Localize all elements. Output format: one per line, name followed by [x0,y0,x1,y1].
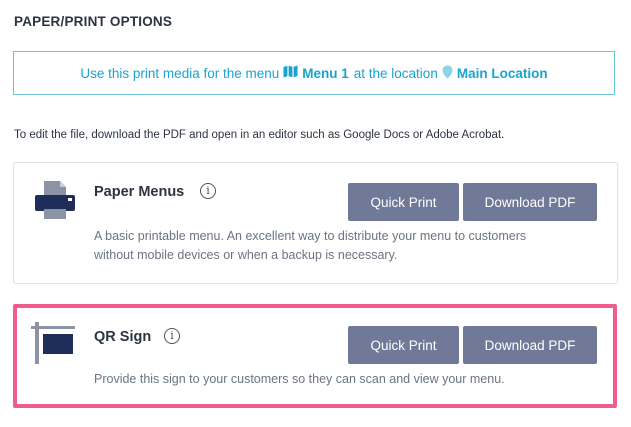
notice-location-link[interactable]: Main Location [457,66,548,81]
paper-download-pdf-button[interactable]: Download PDF [463,183,597,221]
qr-download-pdf-button[interactable]: Download PDF [463,326,597,364]
map-icon [283,65,298,81]
qr-sign-title: QR Sign [94,329,152,345]
sign-post-icon [31,322,77,369]
info-icon[interactable]: i [200,183,216,199]
section-title: PAPER/PRINT OPTIONS [14,14,173,29]
paper-desc-line-1: A basic printable menu. An excellent way… [94,229,527,243]
info-icon[interactable]: i [164,328,180,344]
paper-desc-line-2: without mobile devices or when a backup … [94,248,398,262]
notice-menu-link[interactable]: Menu 1 [302,66,349,81]
paper-quick-print-button[interactable]: Quick Print [348,183,459,221]
qr-sign-description: Provide this sign to your customers so t… [94,372,505,386]
print-media-notice: Use this print media for the menu Menu 1… [13,51,615,95]
paper-menus-card: Paper Menus i Quick Print Download PDF A… [13,162,618,284]
map-pin-icon [442,65,453,82]
notice-middle: at the location [353,65,438,81]
paper-menus-description: A basic printable menu. An excellent way… [94,227,526,265]
paper-menus-title: Paper Menus [94,184,185,200]
notice-prefix: Use this print media for the menu [80,65,280,81]
printer-icon [34,179,76,226]
qr-quick-print-button[interactable]: Quick Print [348,326,459,364]
helper-text: To edit the file, download the PDF and o… [14,129,505,141]
qr-sign-card: QR Sign i Quick Print Download PDF Provi… [13,304,617,408]
